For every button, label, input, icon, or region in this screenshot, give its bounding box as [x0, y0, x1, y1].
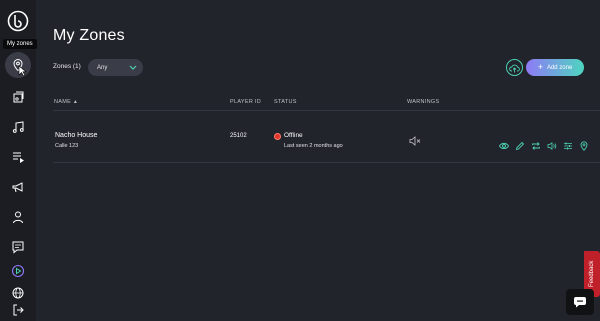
sidebar-item-messages[interactable]	[5, 234, 31, 260]
repeat-icon	[532, 142, 540, 150]
column-header-status: STATUS	[274, 99, 297, 105]
column-header-warnings: WARNINGS	[407, 99, 440, 105]
location-button[interactable]	[579, 138, 589, 151]
play-circle-icon	[11, 264, 25, 278]
volume-button[interactable]	[547, 138, 557, 151]
page-title: My Zones	[53, 27, 125, 44]
zone-address: Calle 123	[55, 143, 79, 149]
sync-button[interactable]	[531, 138, 541, 150]
zones-count-label: Zones (1)	[53, 63, 81, 70]
playlist-icon	[13, 152, 24, 163]
user-icon	[13, 211, 23, 224]
add-zone-button[interactable]: + Add zone	[526, 59, 584, 76]
chat-widget-button[interactable]	[566, 289, 594, 315]
volume-muted-icon	[409, 136, 421, 146]
chat-icon	[12, 241, 24, 254]
sliders-icon	[564, 142, 572, 150]
table-row-divider	[53, 162, 600, 163]
zone-name[interactable]: Nacho House	[55, 132, 97, 139]
mouse-cursor-icon	[18, 65, 27, 77]
cloud-upload-button[interactable]	[506, 59, 523, 76]
column-header-name[interactable]: NAME ▲	[54, 99, 78, 105]
zone-filter-value: Any	[97, 64, 108, 71]
sidebar-item-account[interactable]	[5, 204, 31, 230]
logout-icon	[13, 304, 24, 316]
zone-filter-select[interactable]: Any	[88, 59, 143, 76]
status-offline-icon	[274, 133, 281, 140]
media-library-icon	[13, 91, 24, 103]
pencil-icon	[515, 141, 525, 151]
table-header-divider	[53, 110, 600, 111]
sidebar: My zones	[0, 0, 37, 321]
sidebar-item-logout[interactable]	[5, 297, 31, 321]
row-actions	[498, 138, 589, 151]
sidebar-item-media[interactable]	[5, 84, 31, 110]
column-header-player-id: PLAYER ID	[230, 99, 262, 105]
sidebar-item-playlists[interactable]	[5, 144, 31, 170]
plus-icon: +	[537, 62, 543, 72]
view-button[interactable]	[498, 138, 510, 150]
edit-button[interactable]	[515, 138, 525, 151]
map-pin-icon	[580, 141, 588, 151]
eye-icon	[498, 142, 510, 150]
add-zone-label: Add zone	[546, 64, 573, 71]
volume-icon	[547, 141, 557, 151]
settings-button[interactable]	[563, 138, 573, 150]
sidebar-item-announcements[interactable]	[5, 174, 31, 200]
megaphone-icon	[12, 182, 23, 193]
last-seen-text: Last seen 2 months ago	[284, 143, 343, 149]
logo-icon[interactable]	[7, 10, 29, 32]
sort-asc-icon: ▲	[72, 99, 79, 105]
chevron-down-icon	[129, 65, 137, 70]
player-id: 25102	[230, 133, 247, 139]
music-note-icon	[12, 121, 24, 133]
chat-bubble-icon	[574, 297, 586, 308]
sidebar-item-music[interactable]	[5, 114, 31, 140]
status-text: Offline	[284, 132, 303, 139]
cloud-upload-icon	[509, 64, 520, 72]
feedback-label: Feedback	[589, 260, 595, 288]
sidebar-tooltip: My zones	[3, 39, 37, 49]
